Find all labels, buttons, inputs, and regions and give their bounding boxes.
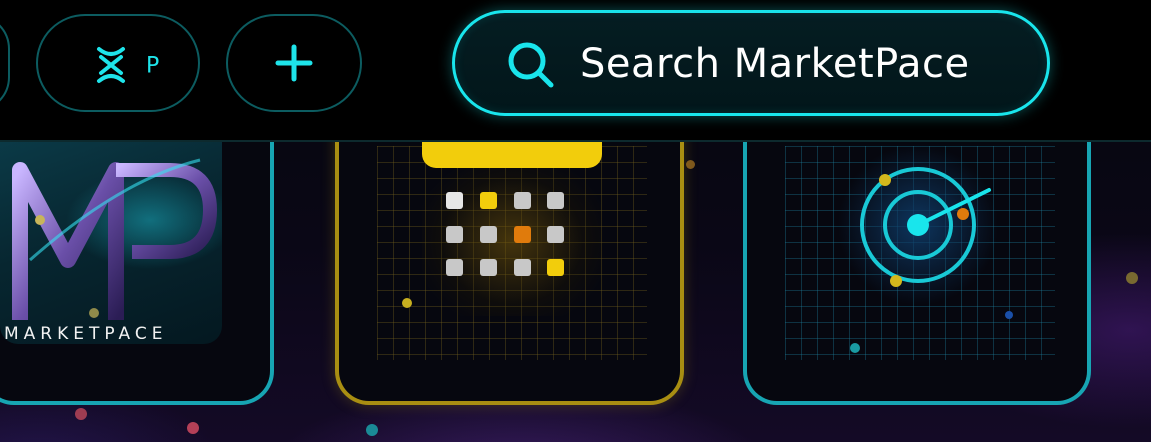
calendar-day-dot: [446, 192, 463, 209]
sparkle-dot: [366, 424, 378, 436]
profile-pill-label: P: [146, 53, 161, 79]
calendar-day-dot: [547, 226, 564, 243]
sparkle-dot: [75, 408, 87, 420]
profile-pill-button[interactable]: P: [36, 14, 200, 112]
marketpace-wordmark: MARKETPACE: [4, 324, 168, 344]
calendar-card[interactable]: [335, 100, 684, 405]
dna-helix-icon: [97, 47, 125, 83]
top-bar: P Search MarketPace: [0, 0, 1151, 142]
radar-card[interactable]: [743, 100, 1091, 405]
plus-icon: [275, 44, 313, 82]
calendar-day-dot: [480, 226, 497, 243]
sparkle-dot: [686, 160, 695, 169]
calendar-day-dot: [547, 192, 564, 209]
sparkle-dot: [1126, 272, 1138, 284]
calendar-icon: [422, 142, 602, 168]
calendar-day-dot: [480, 192, 497, 209]
calendar-day-dot: [446, 226, 463, 243]
radar-icon: [838, 145, 1013, 353]
add-button[interactable]: [226, 14, 362, 112]
search-placeholder: Search MarketPace: [580, 41, 970, 87]
calendar-day-dot: [514, 192, 531, 209]
search-icon: [508, 42, 554, 88]
calendar-day-dot: [514, 259, 531, 276]
marketpace-logo-image: MARKETPACE: [0, 140, 222, 344]
marketpace-screen: MARKETPACE P Search MarketPace: [0, 0, 1151, 442]
sparkle-dot: [402, 298, 412, 308]
sparkle-dot: [187, 422, 199, 434]
calendar-day-dot-highlight: [514, 226, 531, 243]
calendar-day-dot: [547, 259, 564, 276]
calendar-day-dot: [446, 259, 463, 276]
mp-monogram-icon: [12, 158, 218, 320]
marketpace-logo-card[interactable]: MARKETPACE: [0, 100, 274, 405]
nav-pill-partial[interactable]: [0, 14, 10, 112]
search-input[interactable]: Search MarketPace: [452, 10, 1050, 116]
calendar-day-dot: [480, 259, 497, 276]
